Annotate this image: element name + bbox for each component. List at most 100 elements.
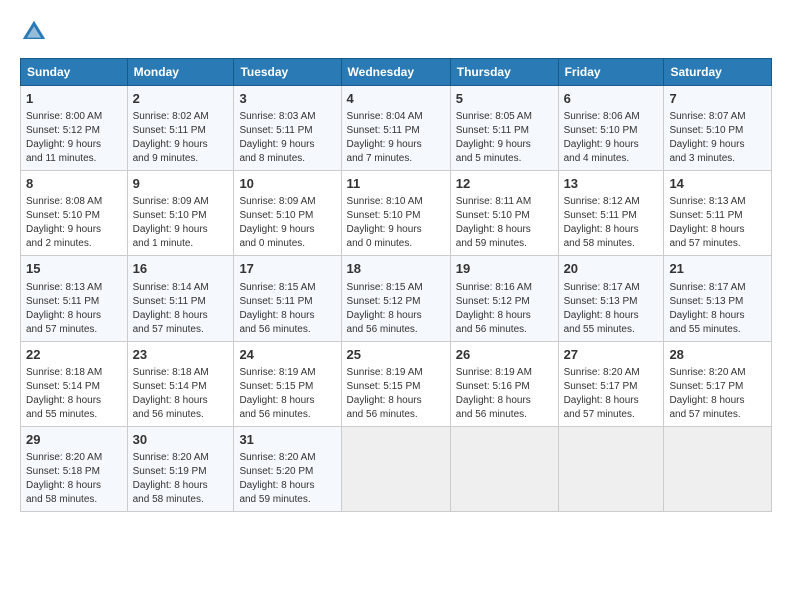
day-info-line: Sunrise: 8:00 AM (26, 110, 122, 124)
calendar-row: 15Sunrise: 8:13 AMSunset: 5:11 PMDayligh… (21, 256, 772, 341)
day-info-line: Sunset: 5:19 PM (133, 465, 229, 479)
calendar-cell: 31Sunrise: 8:20 AMSunset: 5:20 PMDayligh… (234, 426, 341, 511)
day-info-line: and 56 minutes. (239, 408, 335, 422)
day-info-line: Sunrise: 8:09 AM (239, 195, 335, 209)
day-info-line: Daylight: 8 hours (239, 479, 335, 493)
day-info-line: Sunset: 5:13 PM (669, 295, 766, 309)
calendar-cell: 5Sunrise: 8:05 AMSunset: 5:11 PMDaylight… (450, 86, 558, 171)
calendar-cell: 26Sunrise: 8:19 AMSunset: 5:16 PMDayligh… (450, 341, 558, 426)
day-info-line: Sunrise: 8:11 AM (456, 195, 553, 209)
day-info-line: Daylight: 8 hours (26, 394, 122, 408)
calendar-cell: 19Sunrise: 8:16 AMSunset: 5:12 PMDayligh… (450, 256, 558, 341)
day-info-line: and 57 minutes. (564, 408, 659, 422)
day-info-line: Sunset: 5:10 PM (239, 209, 335, 223)
day-info-line: and 9 minutes. (133, 152, 229, 166)
calendar-cell (341, 426, 450, 511)
day-info-line: and 57 minutes. (26, 323, 122, 337)
day-info-line: Sunrise: 8:17 AM (669, 281, 766, 295)
day-info-line: Daylight: 8 hours (564, 309, 659, 323)
weekday-header-cell: Sunday (21, 59, 128, 86)
day-info-line: and 58 minutes. (26, 493, 122, 507)
day-number: 21 (669, 260, 766, 278)
day-info-line: Sunset: 5:17 PM (669, 380, 766, 394)
day-info-line: and 59 minutes. (239, 493, 335, 507)
day-info-line: and 56 minutes. (133, 408, 229, 422)
weekday-header-cell: Saturday (664, 59, 772, 86)
calendar-cell (664, 426, 772, 511)
day-info-line: and 11 minutes. (26, 152, 122, 166)
day-info-line: and 56 minutes. (239, 323, 335, 337)
weekday-header-cell: Friday (558, 59, 664, 86)
day-info-line: Sunrise: 8:10 AM (347, 195, 445, 209)
day-info-line: Sunset: 5:10 PM (456, 209, 553, 223)
day-number: 30 (133, 431, 229, 449)
day-info-line: Daylight: 9 hours (564, 138, 659, 152)
day-number: 25 (347, 346, 445, 364)
day-info-line: and 0 minutes. (347, 237, 445, 251)
day-info-line: Sunset: 5:12 PM (26, 124, 122, 138)
day-number: 18 (347, 260, 445, 278)
day-info-line: Sunrise: 8:20 AM (669, 366, 766, 380)
day-info-line: Daylight: 9 hours (133, 223, 229, 237)
day-number: 17 (239, 260, 335, 278)
day-info-line: Daylight: 9 hours (347, 138, 445, 152)
day-number: 19 (456, 260, 553, 278)
day-info-line: Daylight: 9 hours (26, 138, 122, 152)
day-info-line: Daylight: 9 hours (669, 138, 766, 152)
calendar-cell: 14Sunrise: 8:13 AMSunset: 5:11 PMDayligh… (664, 171, 772, 256)
day-info-line: Sunrise: 8:20 AM (26, 451, 122, 465)
header (20, 18, 772, 46)
day-number: 24 (239, 346, 335, 364)
day-number: 27 (564, 346, 659, 364)
day-info-line: Sunset: 5:15 PM (239, 380, 335, 394)
day-info-line: and 56 minutes. (456, 323, 553, 337)
calendar-table: SundayMondayTuesdayWednesdayThursdayFrid… (20, 58, 772, 512)
day-info-line: Sunrise: 8:13 AM (26, 281, 122, 295)
calendar-cell: 22Sunrise: 8:18 AMSunset: 5:14 PMDayligh… (21, 341, 128, 426)
day-number: 2 (133, 90, 229, 108)
day-info-line: Daylight: 8 hours (456, 309, 553, 323)
day-number: 12 (456, 175, 553, 193)
calendar-cell: 28Sunrise: 8:20 AMSunset: 5:17 PMDayligh… (664, 341, 772, 426)
day-info-line: Daylight: 8 hours (564, 394, 659, 408)
day-info-line: and 56 minutes. (347, 323, 445, 337)
calendar-body: 1Sunrise: 8:00 AMSunset: 5:12 PMDaylight… (21, 86, 772, 512)
day-number: 6 (564, 90, 659, 108)
day-info-line: Daylight: 8 hours (669, 394, 766, 408)
day-info-line: Daylight: 8 hours (669, 223, 766, 237)
day-info-line: Sunset: 5:10 PM (26, 209, 122, 223)
calendar-cell: 18Sunrise: 8:15 AMSunset: 5:12 PMDayligh… (341, 256, 450, 341)
day-info-line: Daylight: 8 hours (456, 223, 553, 237)
day-number: 16 (133, 260, 229, 278)
day-info-line: Sunrise: 8:18 AM (26, 366, 122, 380)
day-info-line: Sunrise: 8:20 AM (239, 451, 335, 465)
calendar-cell: 11Sunrise: 8:10 AMSunset: 5:10 PMDayligh… (341, 171, 450, 256)
day-info-line: Sunset: 5:17 PM (564, 380, 659, 394)
logo (20, 18, 52, 46)
day-number: 8 (26, 175, 122, 193)
day-info-line: Sunset: 5:12 PM (347, 295, 445, 309)
day-info-line: and 2 minutes. (26, 237, 122, 251)
day-info-line: Sunrise: 8:13 AM (669, 195, 766, 209)
calendar-row: 8Sunrise: 8:08 AMSunset: 5:10 PMDaylight… (21, 171, 772, 256)
calendar-cell: 24Sunrise: 8:19 AMSunset: 5:15 PMDayligh… (234, 341, 341, 426)
day-info-line: and 55 minutes. (669, 323, 766, 337)
day-info-line: and 0 minutes. (239, 237, 335, 251)
day-info-line: and 8 minutes. (239, 152, 335, 166)
day-info-line: Sunset: 5:20 PM (239, 465, 335, 479)
weekday-header-cell: Monday (127, 59, 234, 86)
day-info-line: Sunset: 5:11 PM (133, 295, 229, 309)
day-number: 29 (26, 431, 122, 449)
day-info-line: Daylight: 8 hours (133, 479, 229, 493)
calendar-cell: 12 Sunrise: 8:11 AMSunset: 5:10 PMDayligh… (450, 171, 558, 256)
weekday-header-cell: Tuesday (234, 59, 341, 86)
day-info-line: Daylight: 9 hours (239, 223, 335, 237)
calendar-cell (558, 426, 664, 511)
day-info-line: and 55 minutes. (26, 408, 122, 422)
day-info-line: Daylight: 8 hours (239, 394, 335, 408)
day-info-line: and 58 minutes. (133, 493, 229, 507)
day-info-line: and 56 minutes. (347, 408, 445, 422)
day-info-line: Sunset: 5:11 PM (456, 124, 553, 138)
calendar-cell: 8Sunrise: 8:08 AMSunset: 5:10 PMDaylight… (21, 171, 128, 256)
day-number: 1 (26, 90, 122, 108)
